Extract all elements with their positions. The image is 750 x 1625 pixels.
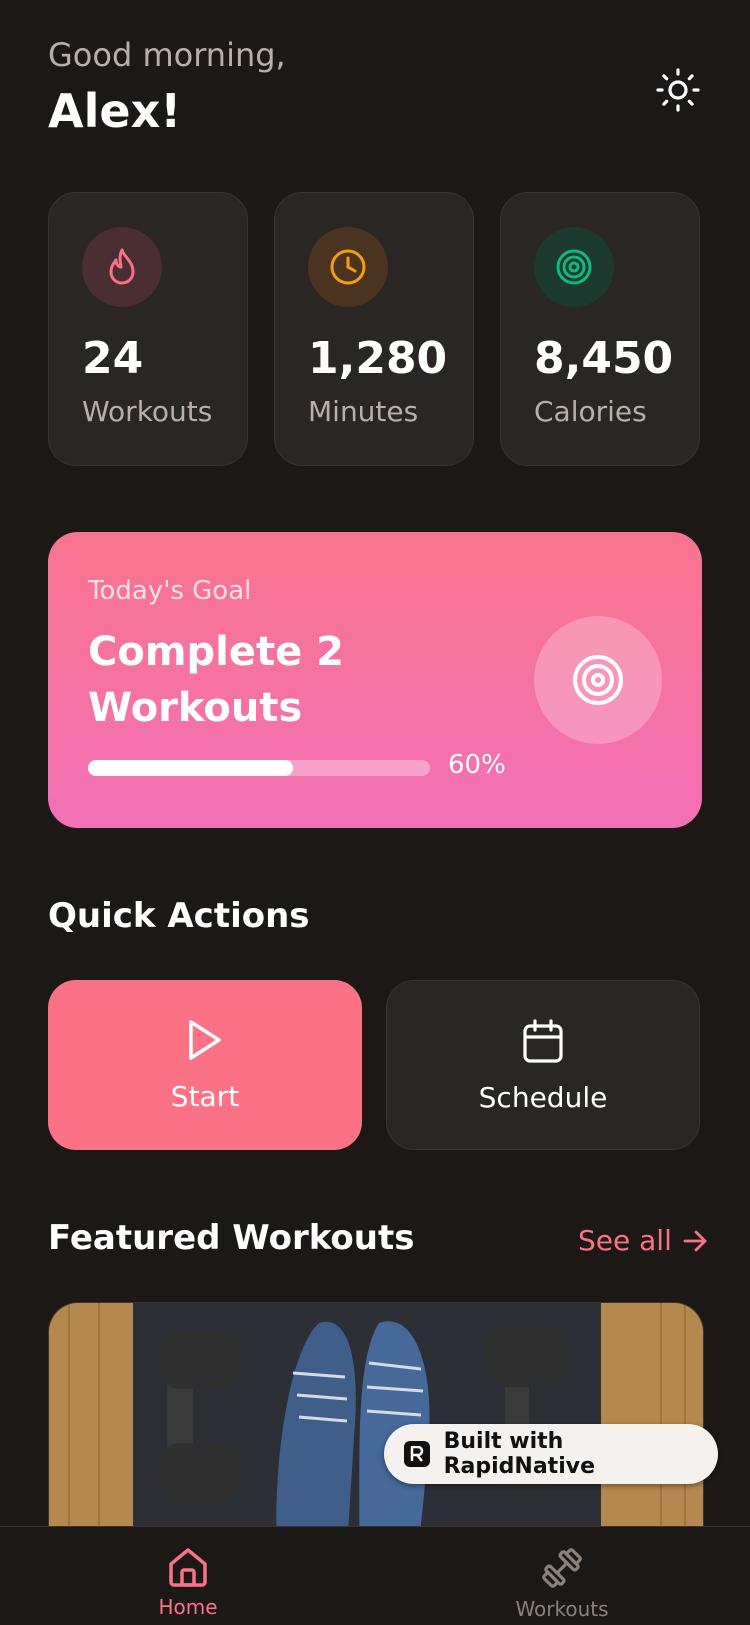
stat-card-minutes[interactable]: 1,280 Minutes (274, 192, 474, 466)
stat-card-workouts[interactable]: 24 Workouts (48, 192, 248, 466)
stat-label: Calories (534, 395, 647, 428)
start-label: Start (170, 1080, 240, 1113)
stat-label: Workouts (82, 395, 213, 428)
clock-icon (308, 227, 388, 307)
dumbbell-icon (492, 1545, 632, 1591)
badge-label: Built with RapidNative (443, 1429, 595, 1479)
calendar-icon (387, 1019, 699, 1065)
stat-card-calories[interactable]: 8,450 Calories (500, 192, 700, 466)
see-all-link[interactable]: See all (578, 1224, 708, 1257)
stat-label: Minutes (308, 395, 419, 428)
stat-value: 24 (82, 333, 144, 384)
quick-actions-title: Quick Actions (48, 896, 310, 936)
goal-subtitle: Today's Goal (88, 576, 252, 606)
built-with-rapidnative-badge[interactable]: Built with RapidNative (384, 1424, 718, 1484)
tab-home[interactable]: Home (118, 1545, 258, 1625)
theme-toggle-button[interactable] (654, 66, 702, 114)
schedule-button[interactable]: Schedule (386, 980, 700, 1150)
start-workout-button[interactable]: Start (48, 980, 362, 1150)
tab-home-label: Home (158, 1595, 218, 1619)
daily-goal-card[interactable]: Today's Goal Complete 2 Workouts 60% (48, 532, 702, 828)
stat-value: 8,450 (534, 333, 674, 384)
schedule-label: Schedule (478, 1081, 608, 1114)
tab-workouts[interactable]: Workouts (492, 1545, 632, 1625)
stat-value: 1,280 (308, 333, 448, 384)
see-all-label: See all (578, 1224, 672, 1257)
play-icon (48, 1018, 362, 1062)
goal-progress-bar (88, 760, 430, 776)
featured-workout-image[interactable] (48, 1302, 704, 1544)
target-icon (534, 616, 662, 744)
goal-title: Complete 2 Workouts (88, 629, 344, 731)
bottom-tab-bar: Home Workouts (0, 1526, 750, 1625)
goal-progress-label: 60% (448, 750, 506, 780)
greeting-subtitle: Good morning, (48, 36, 286, 74)
goal-progress-fill (88, 760, 294, 776)
tab-workouts-label: Workouts (515, 1597, 609, 1621)
home-icon (118, 1545, 258, 1589)
sun-icon (656, 68, 700, 112)
flame-icon (82, 227, 162, 307)
featured-workouts-title: Featured Workouts (48, 1218, 415, 1258)
target-icon (534, 227, 614, 307)
user-name: Alex! (48, 84, 182, 138)
stats-row: 24 Workouts 1,280 Minutes 8,450 Calories (48, 192, 702, 468)
arrow-right-icon (683, 1230, 707, 1251)
rapidnative-logo-icon (404, 1441, 430, 1467)
